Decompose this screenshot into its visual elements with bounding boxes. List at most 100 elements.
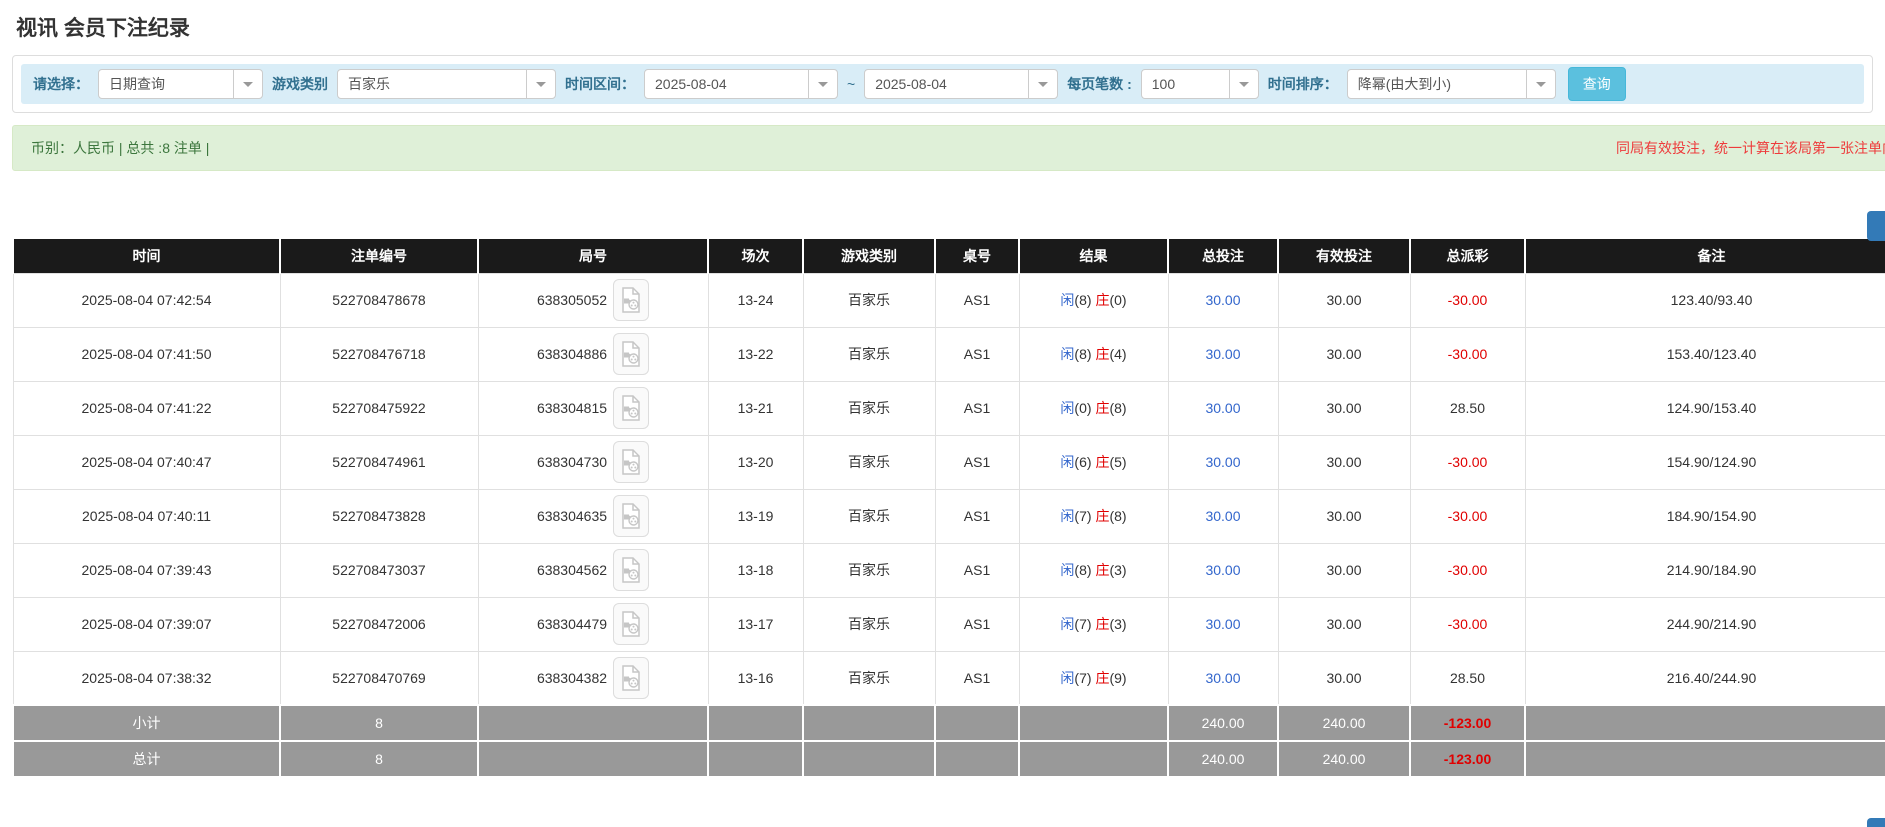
total-valid-bet: 240.00 [1278,741,1410,777]
film-reel-icon [621,395,641,421]
query-type-value: 日期查询 [99,70,233,98]
bet-time: 2025-08-04 07:39:43 [13,543,280,597]
result-player-score: (7) [1074,616,1091,632]
search-button[interactable]: 查询 [1568,67,1626,101]
video-replay-button[interactable] [613,387,649,429]
table-row: 2025-08-04 07:41:22 522708475922 6383048… [13,381,1885,435]
col-session: 场次 [708,239,803,273]
query-type-select[interactable]: 日期查询 [98,69,263,99]
session: 13-17 [708,597,803,651]
result-cell: 闲(8) 庄(0) [1019,273,1168,327]
film-reel-icon [621,341,641,367]
session: 13-24 [708,273,803,327]
total-bet[interactable]: 30.00 [1168,435,1278,489]
result-cell: 闲(7) 庄(3) [1019,597,1168,651]
remark: 153.40/123.40 [1525,327,1885,381]
result-banker-score: (4) [1109,346,1126,362]
result-cell: 闲(0) 庄(8) [1019,381,1168,435]
payout: -30.00 [1410,543,1525,597]
result-banker-label: 庄 [1095,400,1109,416]
tilde-separator: ~ [847,76,855,92]
film-reel-icon [621,665,641,691]
round-id: 638305052 [537,292,607,308]
video-replay-button[interactable] [613,603,649,645]
table-no: AS1 [935,489,1019,543]
col-payout: 总派彩 [1410,239,1525,273]
bet-id: 522708476718 [280,327,478,381]
game-type-value: 百家乐 [338,70,526,98]
date-from-select[interactable]: 2025-08-04 [644,69,838,99]
chevron-down-icon[interactable] [233,70,262,98]
table-no: AS1 [935,381,1019,435]
table-footer: 小计 8 240.00 240.00 -123.00 总计 8 [13,705,1885,777]
round-cell: 638304635 [478,489,708,543]
result-banker-label: 庄 [1095,292,1109,308]
edge-button-top-partial[interactable] [1867,211,1885,241]
round-id: 638304886 [537,346,607,362]
table-row: 2025-08-04 07:42:54 522708478678 6383050… [13,273,1885,327]
video-replay-button[interactable] [613,441,649,483]
total-bet[interactable]: 30.00 [1168,543,1278,597]
game-type: 百家乐 [803,543,935,597]
edge-button-bottom-partial[interactable] [1867,818,1885,827]
remark: 154.90/124.90 [1525,435,1885,489]
chevron-down-icon[interactable] [526,70,555,98]
round-cell: 638304730 [478,435,708,489]
payout: 28.50 [1410,651,1525,705]
page-size-label: 每页笔数 : [1067,74,1132,94]
bet-id: 522708472006 [280,597,478,651]
result-banker-label: 庄 [1095,616,1109,632]
result-player-score: (7) [1074,508,1091,524]
col-bet-id: 注单编号 [280,239,478,273]
total-bet[interactable]: 30.00 [1168,273,1278,327]
result-cell: 闲(7) 庄(9) [1019,651,1168,705]
remark: 124.90/153.40 [1525,381,1885,435]
valid-bet: 30.00 [1278,327,1410,381]
session: 13-22 [708,327,803,381]
total-bet[interactable]: 30.00 [1168,597,1278,651]
session: 13-21 [708,381,803,435]
date-to-select[interactable]: 2025-08-04 [864,69,1058,99]
table-no: AS1 [935,597,1019,651]
total-payout: -123.00 [1410,741,1525,777]
table-body: 2025-08-04 07:42:54 522708478678 6383050… [13,273,1885,705]
col-table-no: 桌号 [935,239,1019,273]
total-bet[interactable]: 30.00 [1168,489,1278,543]
total-row: 总计 8 240.00 240.00 -123.00 [13,741,1885,777]
page-size-select[interactable]: 100 [1141,69,1259,99]
time-range-label: 时间区间： [565,74,635,94]
chevron-down-icon[interactable] [1526,70,1555,98]
page-title: 视讯 会员下注纪录 [16,12,1885,42]
film-reel-icon [621,287,641,313]
chevron-down-icon[interactable] [808,70,837,98]
session: 13-18 [708,543,803,597]
col-round-id: 局号 [478,239,708,273]
video-replay-button[interactable] [613,495,649,537]
result-player-label: 闲 [1060,670,1074,686]
total-count: 8 [280,741,478,777]
total-bet[interactable]: 30.00 [1168,651,1278,705]
sort-select[interactable]: 降幂(由大到小) [1347,69,1556,99]
chevron-down-icon[interactable] [1028,70,1057,98]
subtotal-label: 小计 [13,705,280,741]
chevron-down-icon[interactable] [1229,70,1258,98]
video-replay-button[interactable] [613,549,649,591]
bet-time: 2025-08-04 07:40:11 [13,489,280,543]
total-bet[interactable]: 30.00 [1168,327,1278,381]
bet-id: 522708473828 [280,489,478,543]
col-result: 结果 [1019,239,1168,273]
video-replay-button[interactable] [613,657,649,699]
video-replay-button[interactable] [613,279,649,321]
valid-bet: 30.00 [1278,273,1410,327]
table-row: 2025-08-04 07:41:50 522708476718 6383048… [13,327,1885,381]
result-banker-label: 庄 [1095,508,1109,524]
table-no: AS1 [935,651,1019,705]
video-replay-button[interactable] [613,333,649,375]
result-banker-score: (9) [1109,670,1126,686]
result-banker-score: (3) [1109,616,1126,632]
game-type-select[interactable]: 百家乐 [337,69,556,99]
round-id: 638304562 [537,562,607,578]
valid-bet: 30.00 [1278,489,1410,543]
total-bet[interactable]: 30.00 [1168,381,1278,435]
valid-bet-notice: 同局有效投注，统一计算在该局第一张注单内 [1616,138,1885,158]
